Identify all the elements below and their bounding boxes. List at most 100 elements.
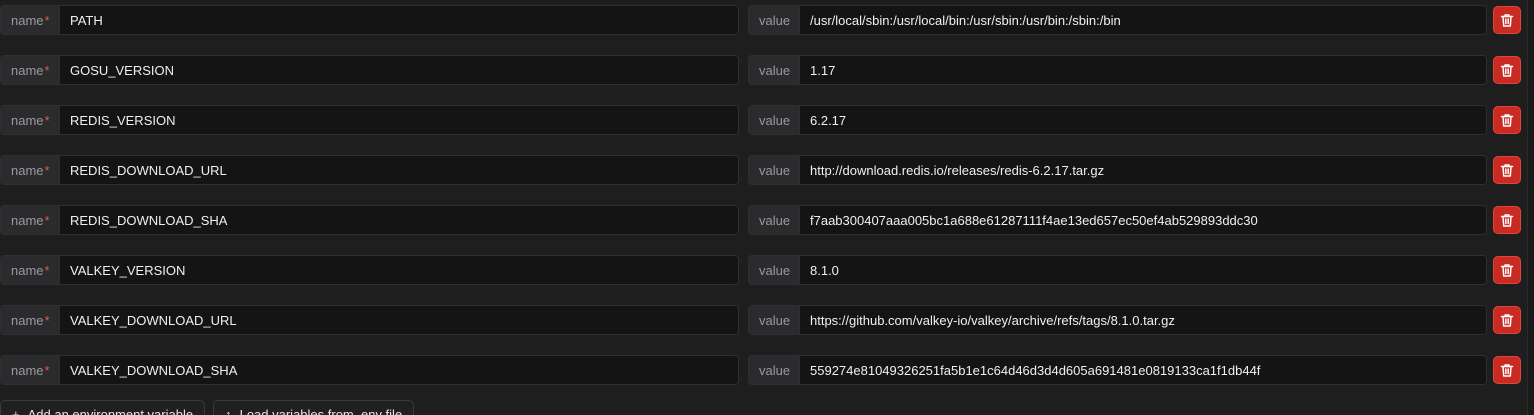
- env-actions-bar: + Add an environment variable ↑ Load var…: [0, 400, 415, 415]
- env-variable-list: name * PATH value /usr/local/sbin:/usr/lo…: [0, 5, 1534, 405]
- value-input-group: value 559274e81049326251fa5b1e1c64d46d3d…: [748, 355, 1487, 385]
- trash-icon: [1500, 363, 1514, 377]
- env-value-input[interactable]: http://download.redis.io/releases/redis-…: [800, 156, 1486, 184]
- delete-variable-button[interactable]: [1493, 256, 1521, 284]
- value-addon-label: value: [749, 106, 800, 134]
- value-label: value: [759, 62, 791, 78]
- name-input-group: name * REDIS_DOWNLOAD_URL: [0, 155, 739, 185]
- env-name-input[interactable]: REDIS_DOWNLOAD_URL: [60, 156, 738, 184]
- trash-icon: [1500, 13, 1514, 27]
- value-addon-label: value: [749, 6, 800, 34]
- env-value-input[interactable]: /usr/local/sbin:/usr/local/bin:/usr/sbin…: [800, 6, 1486, 34]
- name-label: name: [11, 262, 44, 278]
- required-mark: *: [44, 212, 50, 228]
- name-input-group: name * REDIS_DOWNLOAD_SHA: [0, 205, 739, 235]
- value-label: value: [759, 362, 791, 378]
- name-label: name: [11, 362, 44, 378]
- value-addon-label: value: [749, 156, 800, 184]
- load-env-file-label: Load variables from .env file: [239, 407, 403, 415]
- name-label: name: [11, 312, 44, 328]
- env-variable-row: name * VALKEY_DOWNLOAD_URL value https://…: [0, 305, 1534, 336]
- env-variable-row: name * PATH value /usr/local/sbin:/usr/lo…: [0, 5, 1534, 36]
- env-value-input[interactable]: 1.17: [800, 56, 1486, 84]
- required-mark: *: [44, 162, 50, 178]
- value-input-group: value f7aab300407aaa005bc1a688e61287111f…: [748, 205, 1487, 235]
- name-addon-label: name *: [1, 156, 60, 184]
- env-name-input[interactable]: VALKEY_VERSION: [60, 256, 738, 284]
- trash-icon: [1500, 313, 1514, 327]
- value-input-group: value http://download.redis.io/releases/…: [748, 155, 1487, 185]
- env-variable-row: name * REDIS_VERSION value 6.2.17: [0, 105, 1534, 136]
- env-name-input[interactable]: GOSU_VERSION: [60, 56, 738, 84]
- trash-icon: [1500, 113, 1514, 127]
- required-mark: *: [44, 362, 50, 378]
- env-value-input[interactable]: 6.2.17: [800, 106, 1486, 134]
- name-input-group: name * REDIS_VERSION: [0, 105, 739, 135]
- add-environment-variable-label: Add an environment variable: [27, 407, 194, 415]
- value-label: value: [759, 312, 791, 328]
- trash-icon: [1500, 213, 1514, 227]
- env-value-input[interactable]: 559274e81049326251fa5b1e1c64d46d3d4d605a…: [800, 356, 1486, 384]
- env-variable-row: name * REDIS_DOWNLOAD_SHA value f7aab3004…: [0, 205, 1534, 236]
- value-input-group: value 6.2.17: [748, 105, 1487, 135]
- delete-variable-button[interactable]: [1493, 356, 1521, 384]
- delete-variable-button[interactable]: [1493, 106, 1521, 134]
- trash-icon: [1500, 63, 1514, 77]
- load-env-file-button[interactable]: ↑ Load variables from .env file: [213, 400, 415, 415]
- name-label: name: [11, 62, 44, 78]
- value-label: value: [759, 212, 791, 228]
- name-addon-label: name *: [1, 256, 60, 284]
- name-input-group: name * PATH: [0, 5, 739, 35]
- upload-icon: ↑: [225, 407, 232, 415]
- name-input-group: name * VALKEY_VERSION: [0, 255, 739, 285]
- env-name-input[interactable]: VALKEY_DOWNLOAD_URL: [60, 306, 738, 334]
- name-addon-label: name *: [1, 56, 60, 84]
- trash-icon: [1500, 163, 1514, 177]
- name-input-group: name * VALKEY_DOWNLOAD_URL: [0, 305, 739, 335]
- env-value-input[interactable]: f7aab300407aaa005bc1a688e61287111f4ae13e…: [800, 206, 1486, 234]
- add-environment-variable-button[interactable]: + Add an environment variable: [0, 400, 206, 415]
- delete-variable-button[interactable]: [1493, 6, 1521, 34]
- value-input-group: value 8.1.0: [748, 255, 1487, 285]
- value-addon-label: value: [749, 306, 800, 334]
- value-addon-label: value: [749, 56, 800, 84]
- value-addon-label: value: [749, 256, 800, 284]
- value-input-group: value 1.17: [748, 55, 1487, 85]
- required-mark: *: [44, 12, 50, 28]
- value-label: value: [759, 162, 791, 178]
- vertical-scrollbar[interactable]: [1527, 0, 1534, 415]
- env-variable-row: name * GOSU_VERSION value 1.17: [0, 55, 1534, 86]
- name-label: name: [11, 162, 44, 178]
- value-label: value: [759, 12, 791, 28]
- delete-variable-button[interactable]: [1493, 206, 1521, 234]
- name-addon-label: name *: [1, 356, 60, 384]
- name-input-group: name * GOSU_VERSION: [0, 55, 739, 85]
- name-addon-label: name *: [1, 306, 60, 334]
- value-addon-label: value: [749, 356, 800, 384]
- env-variable-row: name * VALKEY_VERSION value 8.1.0: [0, 255, 1534, 286]
- value-input-group: value https://github.com/valkey-io/valke…: [748, 305, 1487, 335]
- name-addon-label: name *: [1, 206, 60, 234]
- env-name-input[interactable]: REDIS_DOWNLOAD_SHA: [60, 206, 738, 234]
- name-addon-label: name *: [1, 106, 60, 134]
- delete-variable-button[interactable]: [1493, 156, 1521, 184]
- name-input-group: name * VALKEY_DOWNLOAD_SHA: [0, 355, 739, 385]
- required-mark: *: [44, 62, 50, 78]
- name-label: name: [11, 112, 44, 128]
- env-variables-panel: name * PATH value /usr/local/sbin:/usr/lo…: [0, 0, 1534, 415]
- env-variable-row: name * REDIS_DOWNLOAD_URL value http://do…: [0, 155, 1534, 186]
- trash-icon: [1500, 263, 1514, 277]
- env-name-input[interactable]: REDIS_VERSION: [60, 106, 738, 134]
- plus-icon: +: [12, 407, 20, 415]
- required-mark: *: [44, 262, 50, 278]
- env-name-input[interactable]: PATH: [60, 6, 738, 34]
- env-name-input[interactable]: VALKEY_DOWNLOAD_SHA: [60, 356, 738, 384]
- name-label: name: [11, 212, 44, 228]
- delete-variable-button[interactable]: [1493, 306, 1521, 334]
- required-mark: *: [44, 312, 50, 328]
- value-label: value: [759, 112, 791, 128]
- value-addon-label: value: [749, 206, 800, 234]
- env-value-input[interactable]: 8.1.0: [800, 256, 1486, 284]
- env-value-input[interactable]: https://github.com/valkey-io/valkey/arch…: [800, 306, 1486, 334]
- delete-variable-button[interactable]: [1493, 56, 1521, 84]
